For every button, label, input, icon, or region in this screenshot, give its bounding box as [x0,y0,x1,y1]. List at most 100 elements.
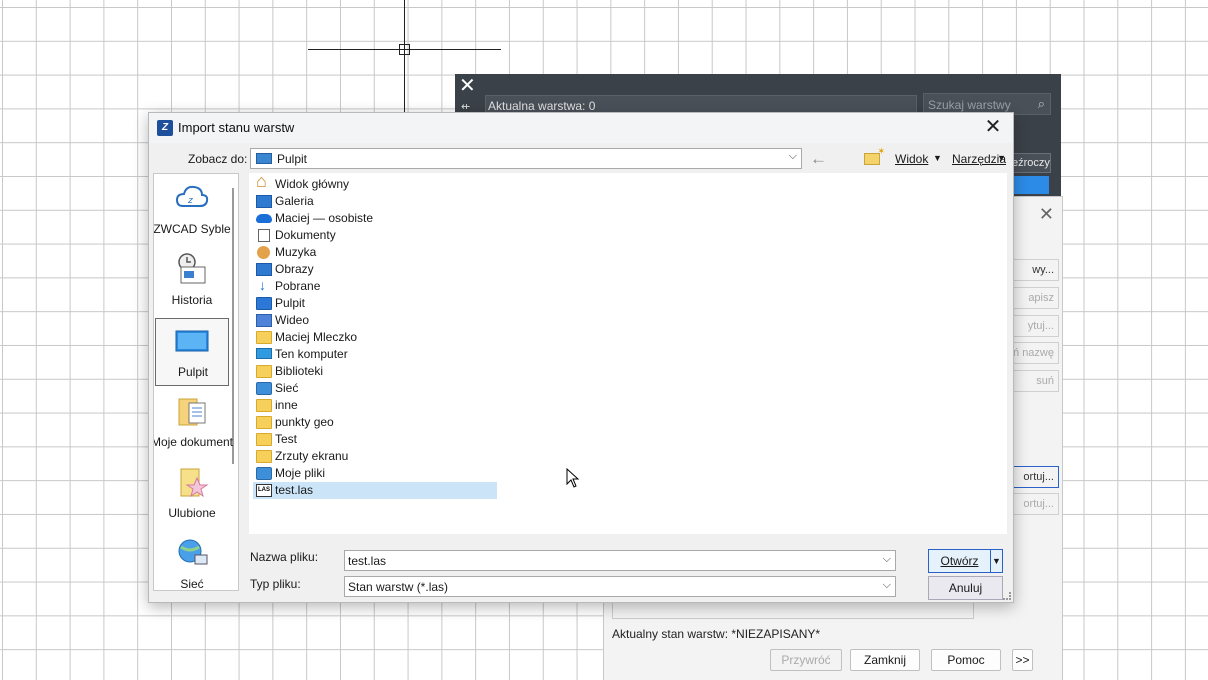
list-item[interactable]: Pulpit [253,295,497,312]
list-item[interactable]: punkty geo [253,414,497,431]
chevron-down-icon[interactable]: ⌵ [883,579,891,592]
delete-state-button[interactable]: suń [1009,370,1059,392]
import-state-button[interactable]: ortuj... [1009,466,1059,488]
mouse-pointer-icon [566,468,580,488]
network-icon [175,537,209,569]
list-item[interactable]: Pobrane [253,277,497,295]
download-icon [256,277,272,294]
cloud-icon [256,214,272,223]
list-item[interactable]: Obrazy [253,261,497,278]
restore-button[interactable]: Przywróć [770,649,842,671]
folder-icon [256,433,272,446]
view-menu[interactable]: Widok [895,152,928,166]
folder-icon [256,416,272,429]
open-button[interactable]: Otwórz [928,549,991,573]
help-button[interactable]: Pomoc [931,649,1001,671]
network-folder-icon [256,467,272,480]
home-icon [256,173,272,191]
rename-state-button[interactable]: ń nazwę [1009,342,1059,364]
list-item[interactable]: Biblioteki [253,363,497,380]
place-favorites[interactable]: Ulubione [155,460,229,528]
computer-icon [256,348,272,359]
list-item[interactable]: Wideo [253,312,497,329]
close-button[interactable]: Zamknij [850,649,920,671]
current-state-label: Aktualny stan warstw: *NIEZAPISANY* [612,627,821,641]
chevron-down-icon[interactable]: ⌵ [883,553,891,566]
chevron-down-icon[interactable]: ⌵ [789,150,797,163]
options-frame [612,601,974,619]
list-item[interactable]: Maciej Mleczko [253,329,497,346]
place-desktop[interactable]: Pulpit [155,318,229,386]
folder-icon [256,399,272,412]
gallery-icon [256,195,272,208]
open-dropdown-icon[interactable]: ▼ [990,549,1003,573]
svg-text:z: z [187,196,193,206]
crosshair-pickbox [399,44,410,55]
edit-state-button[interactable]: ytuj... [1009,315,1059,337]
list-item[interactable]: Galeria [253,193,497,210]
close-icon[interactable]: ✕ [981,116,1005,140]
export-state-button[interactable]: ortuj... [1009,493,1059,515]
place-zwcad-syble[interactable]: z ZWCAD Syble [154,176,231,244]
folder-icon [256,450,272,463]
look-in-value: Pulpit [277,152,308,166]
list-item[interactable]: Maciej — osobiste [253,210,497,227]
dialog-titlebar[interactable]: Z Import stanu warstw ✕ [149,113,1013,143]
places-bar: z ZWCAD Syble Historia Pulpit Moje dokum… [153,173,239,591]
place-label: Moje dokument [153,435,234,449]
pictures-icon [256,263,272,276]
list-item[interactable]: inne [253,397,497,414]
network-icon [256,382,272,395]
document-icon [258,229,270,242]
save-state-button[interactable]: apisz [1009,287,1059,309]
new-folder-icon[interactable] [864,146,885,165]
list-item[interactable]: Ten komputer [253,346,497,363]
place-network[interactable]: Sieć [155,531,229,590]
tools-dropdown-icon[interactable]: ▼ [997,153,1006,163]
zwcad-app-icon: Z [157,120,173,136]
list-item[interactable]: Sieć [253,380,497,397]
cancel-button[interactable]: Anuluj [928,576,1003,600]
favorites-icon [175,466,209,498]
import-layer-states-dialog: Z Import stanu warstw ✕ Zobacz do: Pulpi… [148,112,1014,603]
history-icon [175,253,209,285]
close-icon[interactable]: ✕ [459,76,476,96]
list-item[interactable]: Muzyka [253,244,497,261]
list-item[interactable]: Widok główny [253,173,497,193]
back-arrow-icon[interactable]: ← [810,149,827,169]
list-item[interactable]: Zrzuty ekranu [253,448,497,465]
new-state-button[interactable]: wy... [1009,259,1059,281]
file-name-label: Nazwa pliku: [250,550,319,564]
file-name-input[interactable]: test.las ⌵ [344,550,896,571]
video-icon [256,314,272,327]
resize-grip[interactable] [1003,592,1011,600]
view-dropdown-icon[interactable]: ▼ [933,153,942,163]
list-item-selected[interactable]: LAS test.las [253,482,497,499]
more-options-button[interactable]: >> [1012,649,1033,671]
look-in-label: Zobacz do: [188,152,248,166]
file-list[interactable]: Widok główny Galeria Maciej — osobiste D… [249,173,1007,534]
desktop-icon [175,325,209,357]
place-my-documents[interactable]: Moje dokument [154,389,233,457]
selected-layer-row[interactable] [1011,176,1049,194]
file-type-label: Typ pliku: [250,577,301,591]
list-item[interactable]: Dokumenty [253,227,497,244]
transparency-column-header[interactable]: eźroczy [1011,153,1051,173]
folder-icon [256,331,272,344]
file-type-value: Stan warstw (*.las) [348,580,449,594]
file-type-combobox[interactable]: Stan warstw (*.las) ⌵ [344,576,896,597]
look-in-combobox[interactable]: Pulpit ⌵ [250,148,802,169]
desktop-icon [256,297,272,310]
list-item[interactable]: Moje pliki [253,465,497,482]
place-label: Ulubione [168,506,216,520]
layer-search-placeholder: Szukaj warstwy [928,98,1011,112]
folder-icon [256,365,272,378]
search-icon: ⌕ [1037,96,1045,111]
cloud-icon: z [175,182,209,214]
list-item[interactable]: Test [253,431,497,448]
close-icon[interactable]: ✕ [1039,204,1054,225]
place-label: Pulpit [177,365,209,379]
folder-documents-icon [175,395,209,427]
place-history[interactable]: Historia [155,247,229,315]
las-file-icon: LAS [256,484,272,497]
